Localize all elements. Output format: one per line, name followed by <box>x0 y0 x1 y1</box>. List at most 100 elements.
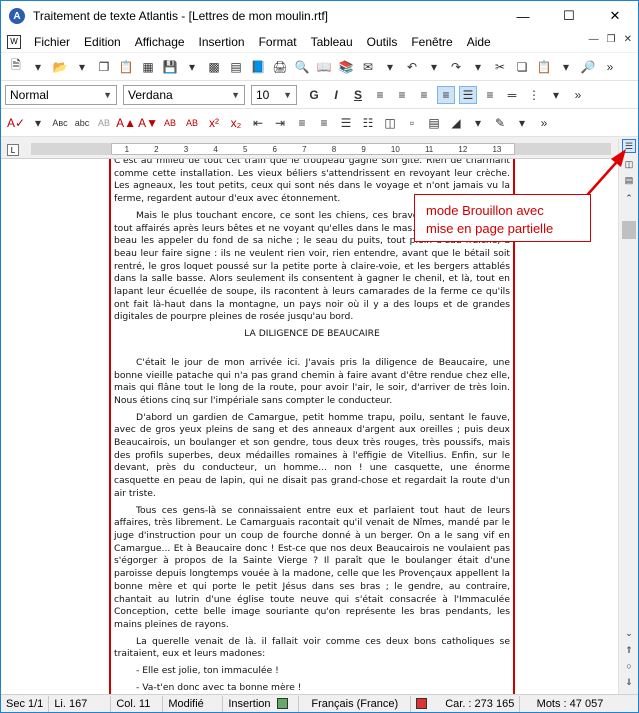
font-shrink-icon[interactable]: A▼ <box>138 114 158 132</box>
title-bar[interactable]: A Traitement de texte Atlantis - [Lettre… <box>1 1 638 31</box>
undo-dropdown-icon[interactable]: ▾ <box>425 58 443 76</box>
style-combo[interactable]: Normal ▼ <box>5 84 117 105</box>
export-icon[interactable]: ▤ <box>227 58 245 76</box>
network-icon[interactable]: ▦ <box>139 58 157 76</box>
size-combo[interactable]: 10 ▼ <box>251 84 297 105</box>
save-dropdown-icon[interactable]: ▾ <box>183 58 201 76</box>
uppercase-icon[interactable]: AB <box>95 114 113 132</box>
subscript-icon[interactable]: x₂ <box>227 114 245 132</box>
web-view-icon[interactable]: ◫ <box>622 157 636 171</box>
redo-dropdown-icon[interactable]: ▾ <box>469 58 487 76</box>
superscript-icon[interactable]: x² <box>205 114 223 132</box>
document-icon[interactable]: W <box>7 34 21 49</box>
indent-increase-icon[interactable]: ⇥ <box>271 114 289 132</box>
spellcheck-dropdown-icon[interactable]: ▾ <box>29 114 47 132</box>
next-page-icon[interactable]: ⇓ <box>622 675 636 689</box>
scroll-thumb[interactable] <box>622 221 636 239</box>
small-caps-icon[interactable]: Aʙᴄ <box>51 114 69 132</box>
paste-icon[interactable]: 📋 <box>535 58 553 76</box>
copy-format-icon[interactable]: ❐ <box>95 58 113 76</box>
menu-affichage[interactable]: Affichage <box>128 35 192 49</box>
list-indent-icon[interactable]: ☰ <box>337 114 355 132</box>
paragraph-right-icon[interactable]: ≡ <box>315 114 333 132</box>
clipboard-icon[interactable]: 📋 <box>117 58 135 76</box>
align-center-icon[interactable]: ≡ <box>393 86 411 104</box>
undo-icon[interactable]: ↶ <box>403 58 421 76</box>
email-icon[interactable]: ✉ <box>359 58 377 76</box>
align-left-icon[interactable]: ≡ <box>371 86 389 104</box>
toolbar-overflow-icon-3[interactable]: » <box>535 114 553 132</box>
menu-tableau[interactable]: Tableau <box>304 35 360 49</box>
menu-fenetre[interactable]: Fenêtre <box>404 35 459 49</box>
save-all-icon[interactable]: ▩ <box>205 58 223 76</box>
strikethrough-icon[interactable]: AB <box>161 114 179 132</box>
menu-edition[interactable]: Edition <box>77 35 128 49</box>
line-spacing-icon[interactable]: ≡ <box>481 86 499 104</box>
horizontal-ruler[interactable]: L 1 2 3 4 5 6 7 8 9 10 11 12 13 <box>1 139 638 159</box>
border-icon[interactable]: ▫ <box>403 114 421 132</box>
page-break-icon[interactable]: ▤ <box>425 114 443 132</box>
maximize-button[interactable]: ☐ <box>546 1 592 31</box>
spellcheck-icon[interactable]: A✓ <box>7 114 25 132</box>
italic-icon[interactable]: I <box>327 86 345 104</box>
align-right-icon[interactable]: ≡ <box>415 86 433 104</box>
draft-view-button[interactable]: ☰ <box>622 139 636 153</box>
ebook-icon[interactable]: 📘 <box>249 58 267 76</box>
vertical-scrollbar[interactable]: ☰ ◫ ▤ ⌃ ⌄ ⇑ ○ ⇓ <box>618 139 638 694</box>
book-icon[interactable]: 📖 <box>315 58 333 76</box>
ruler-scale[interactable]: 1 2 3 4 5 6 7 8 9 10 11 12 13 <box>111 143 515 155</box>
scroll-up-icon[interactable]: ⌃ <box>622 191 636 205</box>
menu-insertion[interactable]: Insertion <box>192 35 252 49</box>
close-button[interactable]: ✕ <box>592 1 638 31</box>
justify-icon[interactable]: ≡ <box>437 85 455 104</box>
paragraph-left-icon[interactable]: ≡ <box>293 114 311 132</box>
bullet-list-icon[interactable]: ⋮ <box>525 86 543 104</box>
columns-icon[interactable]: ◫ <box>381 114 399 132</box>
mdi-minimize-icon[interactable]: — <box>589 34 599 45</box>
toolbar-overflow-icon[interactable]: » <box>601 58 619 76</box>
status-language[interactable]: Français (France) <box>299 695 412 712</box>
paint-bucket-icon[interactable]: ◢ <box>447 114 465 132</box>
font-grow-icon[interactable]: A▲ <box>116 114 136 132</box>
menu-aide[interactable]: Aide <box>460 35 498 49</box>
status-spell-icon-wrap[interactable] <box>411 696 432 712</box>
page-view-icon[interactable]: ▤ <box>622 173 636 187</box>
tab-selector[interactable]: L <box>7 144 19 156</box>
mdi-close-icon[interactable]: ✕ <box>624 34 632 45</box>
template-icon[interactable]: ▾ <box>29 58 47 76</box>
email-dropdown-icon[interactable]: ▾ <box>381 58 399 76</box>
browse-object-icon[interactable]: ○ <box>622 659 636 673</box>
open-dropdown-icon[interactable]: ▾ <box>73 58 91 76</box>
copy-icon[interactable]: ❏ <box>513 58 531 76</box>
paint-dropdown-icon[interactable]: ▾ <box>469 114 487 132</box>
cut-icon[interactable]: ✂ <box>491 58 509 76</box>
print-preview-icon[interactable]: 🔍 <box>293 58 311 76</box>
minimize-button[interactable]: — <box>500 1 546 31</box>
spellcheck-book-icon[interactable]: 📚 <box>337 58 355 76</box>
single-spacing-icon[interactable]: ☰ <box>459 85 477 104</box>
highlighter-icon[interactable]: ✎ <box>491 114 509 132</box>
font-combo[interactable]: Verdana ▼ <box>123 84 245 105</box>
indent-decrease-icon[interactable]: ⇤ <box>249 114 267 132</box>
print-icon[interactable]: 🖨 <box>271 58 289 76</box>
double-strike-icon[interactable]: AB <box>183 114 201 132</box>
highlighter-dropdown-icon[interactable]: ▾ <box>513 114 531 132</box>
find-icon[interactable]: 🔎 <box>579 58 597 76</box>
lowercase-icon[interactable]: abc <box>73 114 91 132</box>
save-icon[interactable]: 💾 <box>161 58 179 76</box>
status-mode[interactable]: Insertion <box>223 695 300 712</box>
bold-icon[interactable]: G <box>305 86 323 104</box>
menu-outils[interactable]: Outils <box>360 35 405 49</box>
mdi-restore-icon[interactable]: ❐ <box>607 34 616 45</box>
paste-dropdown-icon[interactable]: ▾ <box>557 58 575 76</box>
underline-icon[interactable]: S <box>349 86 367 104</box>
open-folder-icon[interactable]: 📂 <box>51 58 69 76</box>
menu-fichier[interactable]: Fichier <box>27 35 77 49</box>
numbering-icon[interactable]: ☷ <box>359 114 377 132</box>
previous-page-icon[interactable]: ⇑ <box>622 643 636 657</box>
redo-icon[interactable]: ↷ <box>447 58 465 76</box>
new-document-icon[interactable]: 🗎 <box>7 58 25 76</box>
toolbar-overflow-icon-2[interactable]: » <box>569 86 587 104</box>
list-dropdown-icon[interactable]: ▾ <box>547 86 565 104</box>
double-spacing-icon[interactable]: ═ <box>503 86 521 104</box>
